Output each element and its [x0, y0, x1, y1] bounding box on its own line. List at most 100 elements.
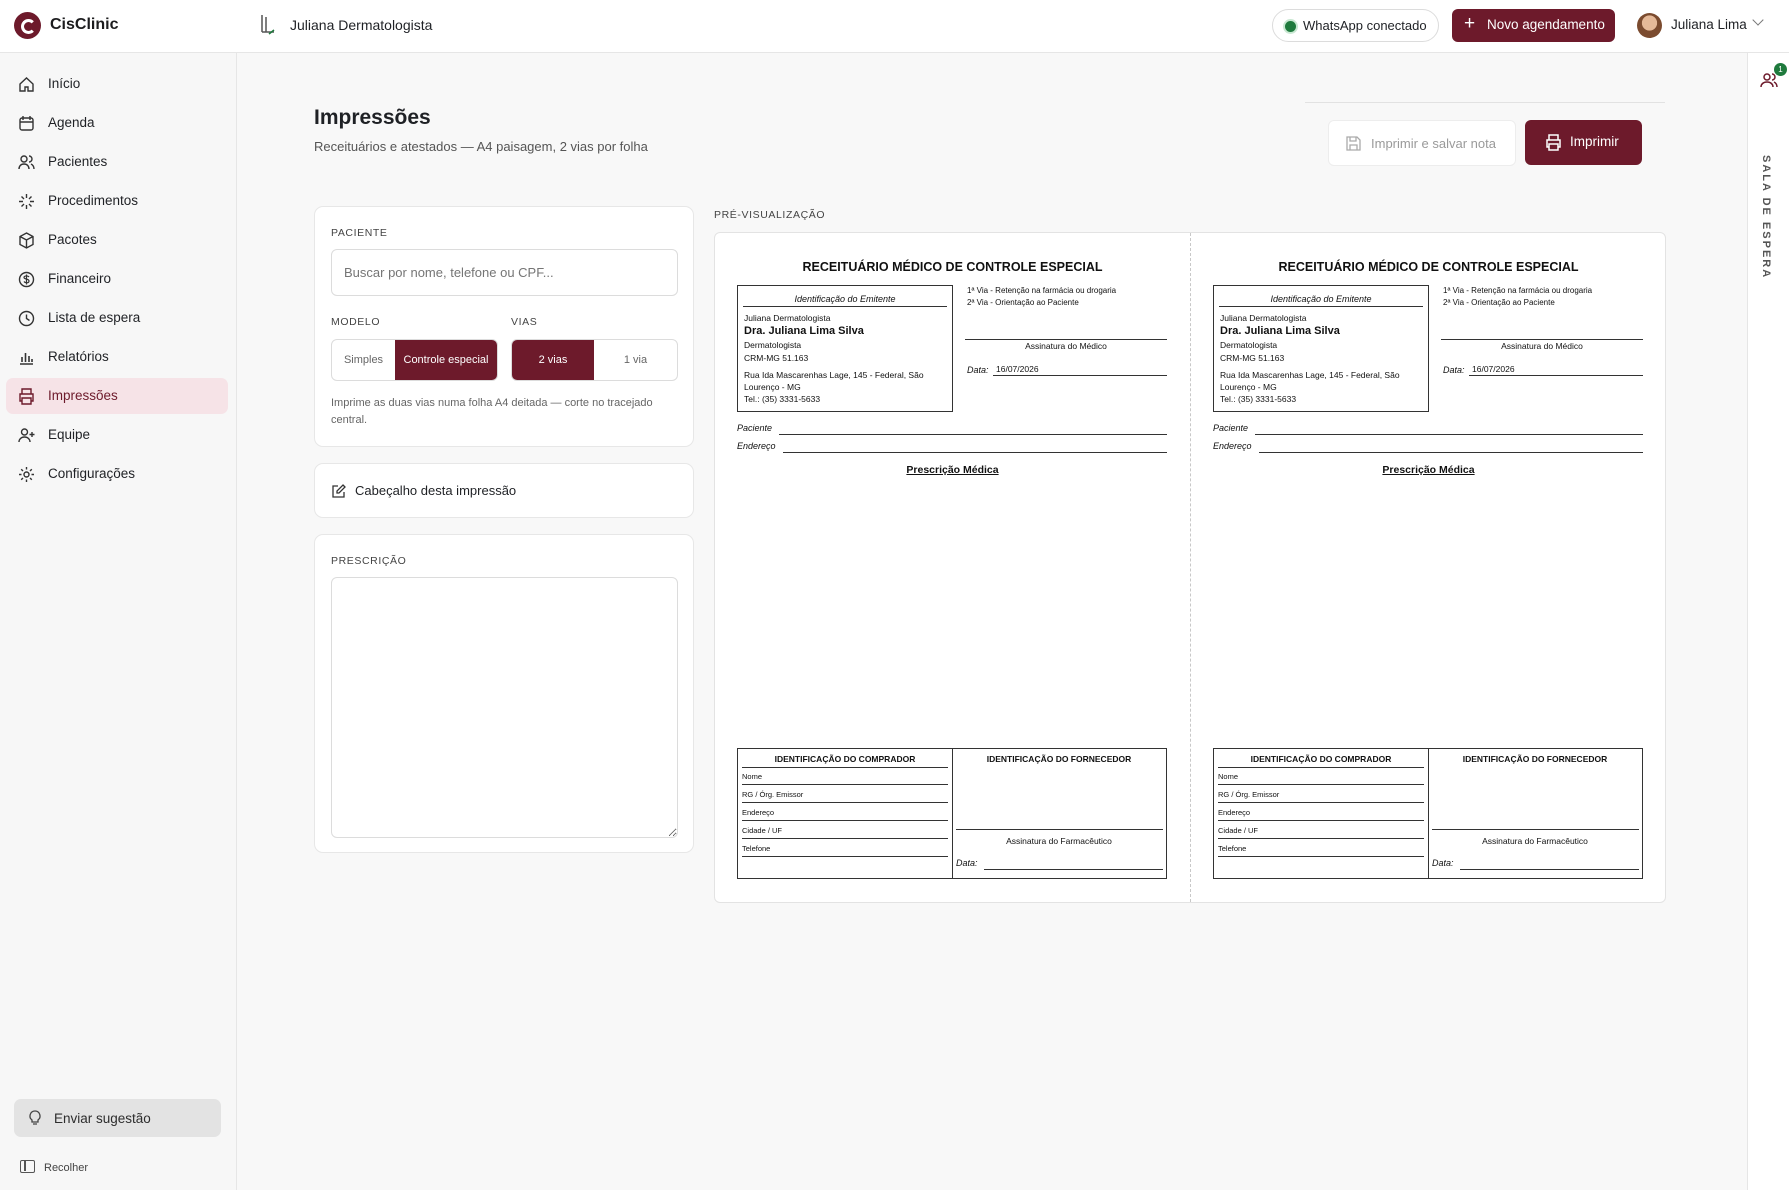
print-hint: Imprime as duas vias numa folha A4 deita…	[331, 395, 653, 429]
sidebar-item-label: Pacientes	[48, 154, 108, 169]
sidebar-item-configuracoes[interactable]: Configurações	[6, 456, 228, 492]
pharmacist-signature-line	[1432, 829, 1639, 830]
sidebar: Início Agenda Pacientes Procedimentos Pa…	[0, 53, 237, 1190]
model-option-controle-especial[interactable]: Controle especial	[395, 340, 497, 380]
chart-icon	[20, 353, 33, 365]
sidebar-item-inicio[interactable]: Início	[6, 66, 228, 102]
sidebar-item-label: Impressões	[48, 388, 118, 403]
clinic-selector[interactable]: Juliana Dermatologista	[290, 17, 432, 33]
home-icon	[19, 77, 34, 92]
issuer-box: Identificação do Emitente Juliana Dermat…	[1213, 285, 1429, 412]
address-line	[783, 452, 1167, 453]
page-title: Impressões	[314, 106, 431, 129]
sidebar-item-impressoes[interactable]: Impressões	[6, 378, 228, 414]
whatsapp-status[interactable]: WhatsApp conectado	[1272, 9, 1439, 42]
new-appointment-button[interactable]: + Novo agendamento	[1452, 9, 1615, 42]
avatar[interactable]	[1637, 13, 1662, 38]
address-field-label: Endereço	[1213, 441, 1252, 451]
calendar-icon	[19, 116, 34, 131]
issuer-address-2: Lourenço - MG	[744, 382, 801, 392]
buyer-field-endereco: Endereço	[742, 808, 775, 817]
copies-option-2-vias[interactable]: 2 vias	[512, 340, 594, 380]
save-icon	[1346, 136, 1361, 151]
prescription-label: PRESCRIÇÃO	[331, 555, 407, 567]
sidebar-item-agenda[interactable]: Agenda	[6, 105, 228, 141]
supplier-header: IDENTIFICAÇÃO DO FORNECEDOR	[986, 754, 1132, 764]
via-1-text: 1ª Via - Retenção na farmácia ou drogari…	[1443, 286, 1593, 295]
date-label: Data:	[1443, 365, 1465, 375]
patient-label: PACIENTE	[331, 227, 388, 239]
whatsapp-status-label: WhatsApp conectado	[1303, 18, 1427, 33]
buyer-header: IDENTIFICAÇÃO DO COMPRADOR	[1250, 754, 1392, 764]
date-line	[993, 375, 1167, 376]
issuer-phone: Tel.: (35) 3331-5633	[744, 394, 821, 404]
sidebar-item-pacientes[interactable]: Pacientes	[6, 144, 228, 180]
sidebar-item-equipe[interactable]: Equipe	[6, 417, 228, 453]
buyer-field-endereco: Endereço	[1218, 808, 1251, 817]
issuer-box: Identificação do Emitente Juliana Dermat…	[737, 285, 953, 412]
issuer-clinic: Juliana Dermatologista	[744, 313, 831, 323]
via-2-text: 2ª Via - Orientação ao Paciente	[967, 298, 1079, 307]
buyer-header: IDENTIFICAÇÃO DO COMPRADOR	[774, 754, 916, 764]
print-button[interactable]: Imprimir	[1525, 120, 1642, 165]
chevron-down-icon[interactable]	[1752, 14, 1764, 26]
print-hint-line-2: central.	[331, 414, 368, 426]
sidebar-item-relatorios[interactable]: Relatórios	[6, 339, 228, 375]
user-menu[interactable]: Juliana Lima	[1671, 17, 1747, 32]
copies-segmented: 2 vias 1 via	[511, 339, 678, 381]
buyer-field-cidade: Cidade / UF	[1218, 826, 1259, 835]
suggestion-button[interactable]: Enviar sugestão	[14, 1099, 221, 1137]
model-option-simples[interactable]: Simples	[332, 340, 395, 380]
date-value: 16/07/2026	[996, 364, 1039, 374]
signature-line	[1441, 339, 1643, 340]
sidebar-item-label: Financeiro	[48, 271, 112, 286]
supplier-date-line	[1460, 869, 1639, 870]
rule	[1218, 767, 1424, 768]
new-appointment-label: Novo agendamento	[1487, 17, 1605, 32]
collapse-icon[interactable]	[20, 1160, 35, 1173]
sidebar-item-financeiro[interactable]: Financeiro	[6, 261, 228, 297]
status-dot-icon	[1285, 21, 1296, 32]
cisclinic-logo-icon[interactable]	[14, 12, 41, 39]
buyer-field-telefone: Telefone	[1218, 844, 1247, 853]
issuer-specialty: Dermatologista	[744, 340, 802, 350]
users-icon	[18, 155, 35, 170]
rule	[1218, 802, 1424, 803]
prescription-copy-2: RECEITUÁRIO MÉDICO DE CONTROLE ESPECIAL …	[1191, 233, 1666, 902]
print-and-save-button[interactable]: Imprimir e salvar nota	[1328, 120, 1516, 166]
print-label: Imprimir	[1570, 134, 1619, 149]
package-icon	[19, 232, 34, 249]
issuer-header: Identificação do Emitente	[1219, 294, 1423, 307]
issuer-phone: Tel.: (35) 3331-5633	[1220, 394, 1297, 404]
buyer-supplier-box: IDENTIFICAÇÃO DO COMPRADOR IDENTIFICAÇÃO…	[1213, 748, 1643, 879]
print-preview: RECEITUÁRIO MÉDICO DE CONTROLE ESPECIAL …	[714, 232, 1666, 903]
gear-icon	[19, 467, 34, 482]
sidebar-item-label: Equipe	[48, 427, 91, 442]
copies-option-1-via[interactable]: 1 via	[594, 340, 677, 380]
sidebar-item-procedimentos[interactable]: Procedimentos	[6, 183, 228, 219]
sidebar-item-label: Início	[48, 76, 81, 91]
buyer-field-cidade: Cidade / UF	[742, 826, 783, 835]
rule	[742, 802, 948, 803]
print-hint-line-1: Imprime as duas vias numa folha A4 deita…	[331, 397, 653, 409]
sidebar-item-label: Lista de espera	[48, 310, 141, 325]
prescription-textarea[interactable]	[331, 577, 678, 838]
issuer-doctor: Dra. Juliana Lima Silva	[1220, 325, 1340, 337]
clinic-logo-icon	[261, 15, 275, 35]
patient-search-input[interactable]	[331, 249, 678, 296]
date-line	[1469, 375, 1643, 376]
supplier-date-line	[984, 869, 1163, 870]
sidebar-item-lista-de-espera[interactable]: Lista de espera	[6, 300, 228, 336]
issuer-specialty: Dermatologista	[1220, 340, 1278, 350]
issuer-address-1: Rua Ida Mascarenhas Lage, 145 - Federal,…	[1220, 370, 1400, 380]
sidebar-item-pacotes[interactable]: Pacotes	[6, 222, 228, 258]
rule	[742, 767, 948, 768]
prescription-card: PRESCRIÇÃO	[314, 534, 694, 853]
header-edit-button[interactable]: Cabeçalho desta impressão	[314, 463, 694, 518]
pharmacist-signature-label: Assinatura do Farmacêutico	[1482, 836, 1588, 846]
brand-name[interactable]: CisClinic	[50, 16, 118, 34]
top-bar: CisClinic Juliana Dermatologista WhatsAp…	[0, 0, 1789, 53]
buyer-field-rg: RG / Órg. Emissor	[742, 790, 804, 799]
waiting-room-rail[interactable]: 1 SALA DE ESPERA	[1747, 53, 1789, 1190]
collapse-button[interactable]: Recolher	[44, 1162, 88, 1174]
